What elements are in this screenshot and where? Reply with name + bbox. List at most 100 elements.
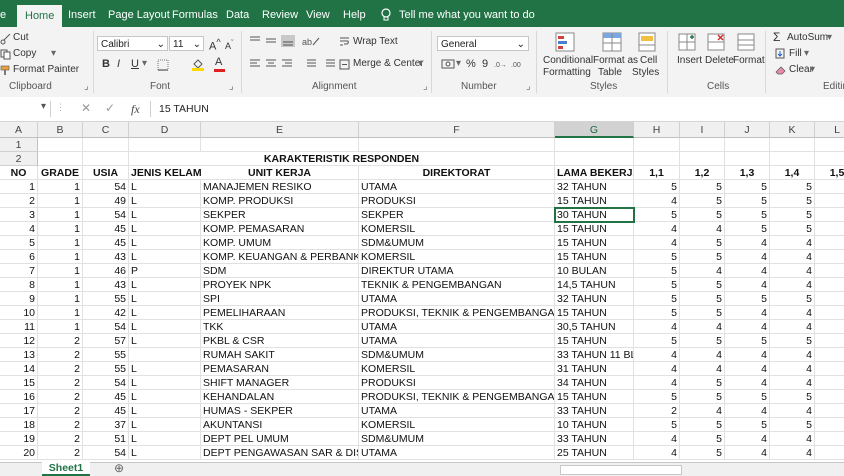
direktorat-cell[interactable]: TEKNIK & PENGEMBANGAN bbox=[359, 278, 555, 292]
table-cell[interactable]: 54 bbox=[83, 208, 129, 222]
table-cell[interactable]: 54 bbox=[83, 180, 129, 194]
borders-icon[interactable] bbox=[157, 59, 169, 71]
tab-help[interactable]: Help bbox=[343, 0, 366, 27]
unit-kerja-cell[interactable]: PEMASARAN bbox=[201, 362, 359, 376]
no-cell[interactable]: 7 bbox=[0, 264, 38, 278]
table-cell[interactable]: 5 bbox=[725, 180, 770, 194]
table-cell[interactable]: 5 bbox=[634, 418, 680, 432]
lama-bekerja-cell[interactable]: 15 TAHUN bbox=[555, 334, 634, 348]
table-cell[interactable]: 5 bbox=[680, 390, 725, 404]
no-cell[interactable]: 20 bbox=[0, 446, 38, 460]
table-cell[interactable]: 4 bbox=[680, 362, 725, 376]
table-cell[interactable]: 4 bbox=[634, 376, 680, 390]
lama-bekerja-cell[interactable]: 33 TAHUN bbox=[555, 404, 634, 418]
tab-formulas[interactable]: Formulas bbox=[172, 0, 218, 27]
column-header-k[interactable]: K bbox=[770, 122, 815, 138]
unit-kerja-cell[interactable]: KOMP. PEMASARAN bbox=[201, 222, 359, 236]
table-cell[interactable]: 1 bbox=[38, 320, 83, 334]
table-cell[interactable]: 54 bbox=[83, 376, 129, 390]
table-cell[interactable]: 5 bbox=[680, 194, 725, 208]
table-cell[interactable]: 55 bbox=[83, 362, 129, 376]
table-cell[interactable]: 4 bbox=[725, 446, 770, 460]
bold-button[interactable]: B bbox=[102, 58, 110, 70]
grid-cell[interactable] bbox=[38, 152, 83, 166]
spreadsheet-grid[interactable]: ABCDEFGHIJKL1234567891011121314151617181… bbox=[0, 122, 844, 462]
table-cell[interactable]: 2 bbox=[38, 432, 83, 446]
table-cell[interactable]: 5 bbox=[680, 432, 725, 446]
comma-style-button[interactable]: 9 bbox=[482, 58, 488, 70]
column-header-i[interactable]: I bbox=[680, 122, 725, 138]
lama-bekerja-cell[interactable]: 30 TAHUN bbox=[555, 208, 634, 222]
fill-dropdown-icon[interactable]: ▾ bbox=[804, 48, 809, 59]
lama-bekerja-cell[interactable]: 25 TAHUN bbox=[555, 446, 634, 460]
direktorat-cell[interactable]: SDM&UMUM bbox=[359, 432, 555, 446]
lama-bekerja-cell[interactable]: 15 TAHUN bbox=[555, 194, 634, 208]
direktorat-cell[interactable]: KOMERSIL bbox=[359, 250, 555, 264]
no-cell[interactable]: 11 bbox=[0, 320, 38, 334]
column-header-g[interactable]: G bbox=[555, 122, 634, 138]
grid-cell[interactable] bbox=[815, 404, 844, 418]
table-cell[interactable]: 5 bbox=[725, 194, 770, 208]
fill-button[interactable]: Fill bbox=[789, 48, 802, 59]
table-cell[interactable]: P bbox=[129, 264, 201, 278]
table-cell[interactable]: 4 bbox=[770, 306, 815, 320]
grid-cell[interactable] bbox=[815, 194, 844, 208]
lama-bekerja-cell[interactable]: 15 TAHUN bbox=[555, 222, 634, 236]
clipboard-launcher-icon[interactable]: ⌟ bbox=[84, 81, 89, 92]
grid-cell[interactable] bbox=[815, 432, 844, 446]
table-cell[interactable]: 4 bbox=[680, 264, 725, 278]
row-header-2[interactable]: 2 bbox=[0, 152, 38, 166]
grid-cell[interactable] bbox=[815, 292, 844, 306]
font-launcher-icon[interactable]: ⌟ bbox=[229, 81, 234, 92]
no-cell[interactable]: 10 bbox=[0, 306, 38, 320]
grid-cell[interactable] bbox=[815, 446, 844, 460]
table-cell[interactable]: L bbox=[129, 208, 201, 222]
column-header-a[interactable]: A bbox=[0, 122, 38, 138]
table-cell[interactable]: 5 bbox=[770, 208, 815, 222]
table-cell[interactable]: 5 bbox=[770, 292, 815, 306]
table-cell[interactable]: 5 bbox=[634, 334, 680, 348]
unit-kerja-cell[interactable]: KOMP. UMUM bbox=[201, 236, 359, 250]
unit-kerja-cell[interactable]: DEPT PENGAWASAN SAR & DIST bbox=[201, 446, 359, 460]
number-format-select[interactable]: General ⌄ bbox=[437, 36, 529, 51]
enter-icon[interactable]: ✓ bbox=[105, 101, 115, 115]
column-header-j[interactable]: J bbox=[725, 122, 770, 138]
table-cell[interactable]: 4 bbox=[770, 376, 815, 390]
no-cell[interactable]: 5 bbox=[0, 236, 38, 250]
table-cell[interactable]: 5 bbox=[725, 292, 770, 306]
table-cell[interactable]: 4 bbox=[680, 320, 725, 334]
tab-home[interactable]: Home bbox=[17, 5, 63, 27]
table-cell[interactable]: L bbox=[129, 446, 201, 460]
direktorat-cell[interactable]: PRODUKSI, TEKNIK & PENGEMBANGAN bbox=[359, 306, 555, 320]
unit-kerja-cell[interactable]: PROYEK NPK bbox=[201, 278, 359, 292]
table-cell[interactable]: 4 bbox=[770, 446, 815, 460]
unit-kerja-cell[interactable]: KEHANDALAN bbox=[201, 390, 359, 404]
table-cell[interactable]: 55 bbox=[83, 348, 129, 362]
wrap-text-button[interactable]: Wrap Text bbox=[353, 36, 398, 47]
grid-cell[interactable] bbox=[725, 138, 770, 152]
table-cell[interactable]: L bbox=[129, 418, 201, 432]
table-cell[interactable]: 54 bbox=[83, 320, 129, 334]
table-cell[interactable]: 45 bbox=[83, 390, 129, 404]
lama-bekerja-cell[interactable]: 15 TAHUN bbox=[555, 390, 634, 404]
direktorat-cell[interactable]: PRODUKSI bbox=[359, 194, 555, 208]
table-cell[interactable]: 4 bbox=[770, 250, 815, 264]
table-cell[interactable]: 4 bbox=[634, 320, 680, 334]
table-cell[interactable]: 54 bbox=[83, 446, 129, 460]
table-cell[interactable]: 4 bbox=[770, 320, 815, 334]
column-header-c[interactable]: C bbox=[83, 122, 129, 138]
direktorat-cell[interactable]: UTAMA bbox=[359, 180, 555, 194]
column-header-b[interactable]: B bbox=[38, 122, 83, 138]
table-cell[interactable]: 4 bbox=[634, 362, 680, 376]
cut-button[interactable]: Cut bbox=[13, 32, 29, 43]
no-cell[interactable]: 14 bbox=[0, 362, 38, 376]
grid-cell[interactable] bbox=[815, 208, 844, 222]
accounting-format-icon[interactable] bbox=[441, 58, 455, 70]
table-cell[interactable]: L bbox=[129, 250, 201, 264]
unit-kerja-cell[interactable]: RUMAH SAKIT bbox=[201, 348, 359, 362]
grid-cell[interactable] bbox=[129, 138, 201, 152]
table-cell[interactable]: 5 bbox=[725, 334, 770, 348]
row-header-1[interactable]: 1 bbox=[0, 138, 38, 152]
table-cell[interactable]: 4 bbox=[725, 264, 770, 278]
table-cell[interactable]: 4 bbox=[725, 236, 770, 250]
